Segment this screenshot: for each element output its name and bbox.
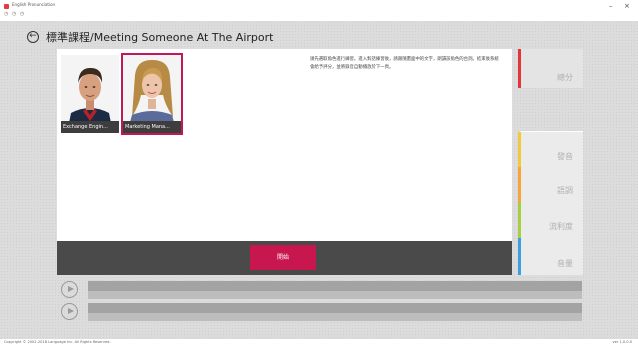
instructions-text: 請先選取角色進行練習。進入對話練習後，請跟隨畫面中的文字，朗讀該角色的台詞。結束… [310,57,499,70]
window-title: English Pronunciation [12,2,56,7]
title-bar: English Pronunciation ◷ ◷ ◷ – × [0,0,638,21]
score-volume-label: 音量 [557,259,573,268]
app-window: English Pronunciation ◷ ◷ ◷ – × ← 標準課程/M… [0,0,638,347]
minimize-icon[interactable]: – [609,3,613,10]
score-fluency: 流利度 [518,202,583,238]
score-pronunciation: 發音 [518,131,583,168]
quick-access-icons[interactable]: ◷ ◷ ◷ [4,11,25,17]
start-button[interactable]: 開始 [250,245,316,270]
score-total-label: 總分 [557,73,573,82]
role-label: Exchange Engin... [61,121,119,133]
play-reference-icon[interactable] [61,303,78,320]
score-volume: 音量 [518,238,583,275]
score-intonation-label: 語調 [557,186,573,195]
back-arrow-icon[interactable]: ← [27,31,39,43]
waveform-track[interactable] [88,281,582,291]
waveform-track-lower [88,313,582,321]
close-icon[interactable]: × [624,3,630,10]
role-label: Marketing Mana... [123,121,181,133]
version-text: ver 1.0.0.0 [612,340,632,344]
score-pronunciation-label: 發音 [557,152,573,161]
status-bar: Copyright © 2002-2018 Language Inc. All … [0,339,638,347]
waveform-track-lower [88,291,582,299]
role-card-exchange-engineer[interactable]: Exchange Engin... [61,55,119,133]
play-recording-icon[interactable] [61,281,78,298]
page-title: 標準課程/Meeting Someone At The Airport [46,31,274,44]
role-card-marketing-manager[interactable]: Marketing Mana... [121,53,183,135]
score-total: 總分 [518,49,583,88]
waveform-track[interactable] [88,303,582,313]
copyright-text: Copyright © 2002-2018 Language Inc. All … [4,340,111,344]
score-fluency-label: 流利度 [549,222,573,231]
score-intonation: 語調 [518,167,583,202]
app-icon [4,4,9,9]
